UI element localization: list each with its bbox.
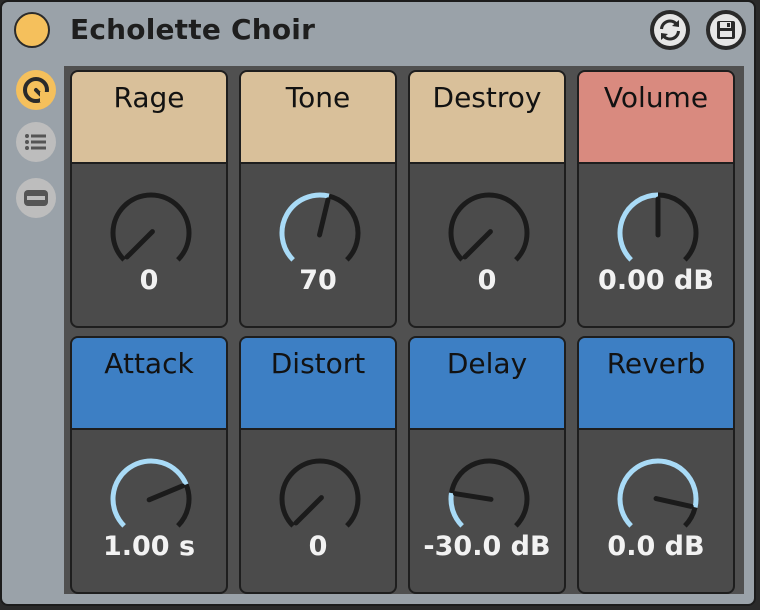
- collapse-icon[interactable]: [14, 176, 58, 220]
- macro-value: -30.0 dB: [423, 531, 551, 562]
- macro-delay: Delay -30.0 dB: [408, 336, 566, 594]
- knob-pointer: [124, 229, 155, 260]
- macro-value: 70: [299, 265, 337, 296]
- macro-header[interactable]: Tone: [241, 72, 395, 164]
- macro-rage: Rage 0: [70, 70, 228, 328]
- macro-destroy: Destroy 0: [408, 70, 566, 328]
- power-toggle-icon[interactable]: [14, 12, 50, 48]
- knob-track: [448, 192, 530, 262]
- knob-value-arc: [448, 492, 464, 528]
- macro-value: 1.00 s: [102, 531, 196, 562]
- macro-value: 0: [477, 265, 497, 296]
- macro-panel: Rage 0 Tone 70 Destroy 0 Volume 0.00 dB Attack 1.…: [64, 66, 744, 594]
- macro-label: Reverb: [606, 347, 706, 380]
- knob-value-arc: [617, 458, 699, 528]
- macro-attack: Attack 1.00 s: [70, 336, 228, 594]
- save-preset-icon[interactable]: [706, 10, 746, 50]
- knob-track: [279, 458, 361, 528]
- macro-label: Destroy: [432, 81, 542, 114]
- knob-track: [683, 506, 698, 528]
- knob-track: [176, 483, 192, 528]
- macro-label: Tone: [285, 81, 351, 114]
- macro-header[interactable]: Volume: [579, 72, 733, 164]
- macro-value: 0: [308, 531, 328, 562]
- macro-header[interactable]: Rage: [72, 72, 226, 164]
- macro-value: 0.00 dB: [598, 265, 714, 296]
- macro-value: 0: [139, 265, 159, 296]
- macro-tone: Tone 70: [239, 70, 397, 328]
- macro-label: Rage: [113, 81, 185, 114]
- device-sidebar: [2, 58, 68, 604]
- device-rack: Echolette Choir Rage 0 Tone 70 Destroy 0…: [0, 0, 756, 606]
- macro-distort: Distort 0: [239, 336, 397, 594]
- device-title-bar[interactable]: Echolette Choir: [2, 2, 754, 58]
- device-title: Echolette Choir: [70, 13, 316, 46]
- macro-label: Delay: [446, 347, 528, 380]
- knob-track: [328, 193, 361, 262]
- macro-label: Attack: [104, 347, 194, 380]
- macro-label: Distort: [270, 347, 366, 380]
- macro-header[interactable]: Destroy: [410, 72, 564, 164]
- knob-pointer: [293, 495, 324, 526]
- list-icon[interactable]: [14, 120, 58, 164]
- macro-reverb: Reverb 0.0 dB: [577, 336, 735, 594]
- macro-value: 0.0 dB: [607, 531, 705, 562]
- knob-value-arc: [110, 458, 189, 528]
- knob-track: [110, 192, 192, 262]
- knob-pointer: [146, 483, 185, 503]
- knob-pointer: [317, 197, 331, 238]
- macro-header[interactable]: Attack: [72, 338, 226, 430]
- macro-knobs-icon[interactable]: [14, 68, 58, 112]
- knob-pointer: [653, 496, 694, 509]
- macro-header[interactable]: Distort: [241, 338, 395, 430]
- macro-volume: Volume 0.00 dB: [577, 70, 735, 328]
- macro-label: Volume: [603, 81, 709, 114]
- knob-pointer: [462, 229, 493, 260]
- macro-header[interactable]: Delay: [410, 338, 564, 430]
- hot-swap-icon[interactable]: [650, 10, 690, 50]
- knob-value-arc: [617, 192, 659, 262]
- macro-header[interactable]: Reverb: [579, 338, 733, 430]
- knob-pointer: [452, 491, 494, 502]
- knob-track: [657, 192, 699, 262]
